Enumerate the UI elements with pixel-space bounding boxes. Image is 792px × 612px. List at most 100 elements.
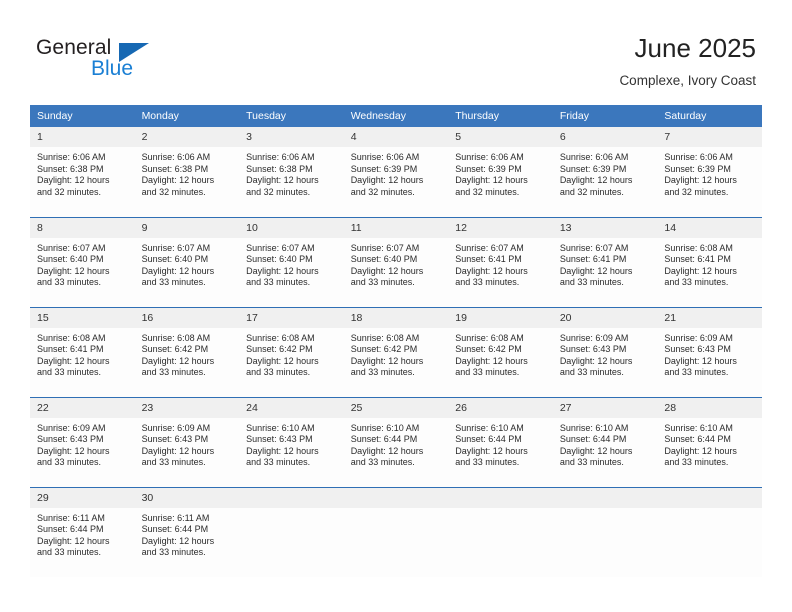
calendar-week-row: 22 Sunrise: 6:09 AM Sunset: 6:43 PM Dayl…	[30, 396, 762, 487]
daylight-line1: Daylight: 12 hours	[559, 445, 633, 456]
calendar-day-cell-empty	[448, 486, 553, 577]
day-number	[448, 487, 553, 508]
daylight-line2: and 33 minutes.	[455, 277, 520, 288]
daylight-line2: and 33 minutes.	[350, 277, 415, 288]
day-details: Sunrise: 6:07 AM Sunset: 6:40 PM Dayligh…	[135, 238, 240, 289]
calendar-day-cell[interactable]: 16 Sunrise: 6:08 AM Sunset: 6:42 PM Dayl…	[134, 306, 240, 397]
calendar-day-cell[interactable]: 9 Sunrise: 6:07 AM Sunset: 6:40 PM Dayli…	[134, 216, 240, 307]
calendar-day-cell[interactable]: 29 Sunrise: 6:11 AM Sunset: 6:44 PM Dayl…	[30, 486, 135, 577]
sunrise-text: Sunrise: 6:07 AM	[141, 242, 211, 253]
day-number: 26	[448, 397, 553, 418]
day-number: 22	[30, 397, 135, 418]
calendar-day-cell[interactable]: 5 Sunrise: 6:06 AM Sunset: 6:39 PM Dayli…	[448, 127, 553, 217]
day-number: 14	[657, 217, 762, 238]
calendar-day-cell[interactable]: 12 Sunrise: 6:07 AM Sunset: 6:41 PM Dayl…	[448, 216, 553, 307]
calendar-day-cell[interactable]: 8 Sunrise: 6:07 AM Sunset: 6:40 PM Dayli…	[30, 216, 135, 307]
page-title: June 2025	[634, 33, 756, 63]
calendar-day-cell[interactable]: 27 Sunrise: 6:10 AM Sunset: 6:44 PM Dayl…	[552, 396, 658, 487]
day-details: Sunrise: 6:10 AM Sunset: 6:44 PM Dayligh…	[657, 418, 762, 469]
calendar-day-cell[interactable]: 20 Sunrise: 6:09 AM Sunset: 6:43 PM Dayl…	[552, 306, 658, 397]
daylight-line2: and 32 minutes.	[246, 186, 311, 197]
weekday-header-sunday: Sunday	[30, 105, 135, 127]
day-number: 6	[552, 127, 658, 147]
title-block: June 2025 Complexe, Ivory Coast	[619, 32, 756, 89]
sunset-text: Sunset: 6:42 PM	[246, 344, 313, 355]
daylight-line1: Daylight: 12 hours	[37, 265, 110, 276]
sunset-text: Sunset: 6:38 PM	[246, 163, 313, 174]
calendar-day-cell[interactable]: 15 Sunrise: 6:08 AM Sunset: 6:41 PM Dayl…	[30, 306, 135, 397]
day-number: 3	[239, 127, 344, 147]
calendar-day-cell[interactable]: 22 Sunrise: 6:09 AM Sunset: 6:43 PM Dayl…	[30, 396, 135, 487]
sunrise-text: Sunrise: 6:10 AM	[455, 422, 524, 433]
sunrise-text: Sunrise: 6:10 AM	[664, 422, 733, 433]
day-number: 13	[552, 217, 658, 238]
day-details: Sunrise: 6:07 AM Sunset: 6:41 PM Dayligh…	[448, 238, 553, 289]
calendar-day-cell[interactable]: 11 Sunrise: 6:07 AM Sunset: 6:40 PM Dayl…	[343, 216, 449, 307]
daylight-line2: and 33 minutes.	[246, 457, 311, 468]
calendar-day-cell[interactable]: 24 Sunrise: 6:10 AM Sunset: 6:43 PM Dayl…	[239, 396, 344, 487]
calendar-day-cell[interactable]: 7 Sunrise: 6:06 AM Sunset: 6:39 PM Dayli…	[657, 127, 762, 217]
sunset-text: Sunset: 6:44 PM	[664, 434, 731, 445]
calendar-day-cell[interactable]: 26 Sunrise: 6:10 AM Sunset: 6:44 PM Dayl…	[448, 396, 553, 487]
sunset-text: Sunset: 6:44 PM	[455, 434, 522, 445]
calendar-day-cell[interactable]: 23 Sunrise: 6:09 AM Sunset: 6:43 PM Dayl…	[134, 396, 240, 487]
daylight-line1: Daylight: 12 hours	[37, 535, 110, 546]
sunrise-text: Sunrise: 6:08 AM	[37, 332, 106, 343]
sunset-text: Sunset: 6:39 PM	[664, 163, 731, 174]
calendar-day-cell[interactable]: 30 Sunrise: 6:11 AM Sunset: 6:44 PM Dayl…	[134, 486, 240, 577]
daylight-line1: Daylight: 12 hours	[141, 445, 215, 456]
sunset-text: Sunset: 6:42 PM	[455, 344, 522, 355]
day-number: 17	[239, 307, 344, 328]
weekday-header-thursday: Thursday	[448, 105, 553, 127]
sunrise-text: Sunrise: 6:09 AM	[664, 332, 733, 343]
sunset-text: Sunset: 6:43 PM	[246, 434, 313, 445]
day-details: Sunrise: 6:09 AM Sunset: 6:43 PM Dayligh…	[30, 418, 135, 469]
daylight-line1: Daylight: 12 hours	[559, 265, 633, 276]
sunset-text: Sunset: 6:40 PM	[350, 254, 418, 265]
daylight-line1: Daylight: 12 hours	[455, 445, 528, 456]
weekday-header-tuesday: Tuesday	[239, 105, 344, 127]
day-details: Sunrise: 6:07 AM Sunset: 6:40 PM Dayligh…	[344, 238, 449, 289]
day-number: 18	[343, 307, 449, 328]
day-details: Sunrise: 6:07 AM Sunset: 6:40 PM Dayligh…	[239, 238, 344, 289]
sunset-text: Sunset: 6:44 PM	[350, 434, 418, 445]
day-details: Sunrise: 6:08 AM Sunset: 6:42 PM Dayligh…	[135, 328, 240, 379]
daylight-line2: and 33 minutes.	[559, 457, 624, 468]
daylight-line2: and 32 minutes.	[37, 186, 102, 197]
calendar-day-cell[interactable]: 10 Sunrise: 6:07 AM Sunset: 6:40 PM Dayl…	[239, 216, 344, 307]
calendar-day-cell[interactable]: 14 Sunrise: 6:08 AM Sunset: 6:41 PM Dayl…	[657, 216, 762, 307]
day-number: 1	[30, 127, 135, 147]
sunset-text: Sunset: 6:42 PM	[141, 344, 209, 355]
sunset-text: Sunset: 6:40 PM	[246, 254, 313, 265]
calendar-day-cell[interactable]: 18 Sunrise: 6:08 AM Sunset: 6:42 PM Dayl…	[343, 306, 449, 397]
sunrise-text: Sunrise: 6:06 AM	[350, 152, 420, 162]
daylight-line2: and 33 minutes.	[37, 457, 102, 468]
calendar-day-cell[interactable]: 25 Sunrise: 6:10 AM Sunset: 6:44 PM Dayl…	[343, 396, 449, 487]
calendar-day-cell[interactable]: 6 Sunrise: 6:06 AM Sunset: 6:39 PM Dayli…	[552, 127, 658, 217]
day-number: 4	[343, 127, 449, 147]
daylight-line1: Daylight: 12 hours	[455, 175, 528, 186]
day-details: Sunrise: 6:08 AM Sunset: 6:42 PM Dayligh…	[344, 328, 449, 379]
calendar-day-cell[interactable]: 2 Sunrise: 6:06 AM Sunset: 6:38 PM Dayli…	[134, 127, 240, 217]
calendar-day-cell[interactable]: 4 Sunrise: 6:06 AM Sunset: 6:39 PM Dayli…	[343, 127, 449, 217]
calendar-day-cell[interactable]: 13 Sunrise: 6:07 AM Sunset: 6:41 PM Dayl…	[552, 216, 658, 307]
sunrise-text: Sunrise: 6:08 AM	[350, 332, 420, 343]
daylight-line2: and 33 minutes.	[141, 547, 206, 558]
logo-text-blue: Blue	[91, 57, 134, 80]
calendar-day-cell[interactable]: 28 Sunrise: 6:10 AM Sunset: 6:44 PM Dayl…	[657, 396, 762, 487]
sunrise-text: Sunrise: 6:06 AM	[559, 152, 629, 162]
day-details: Sunrise: 6:07 AM Sunset: 6:41 PM Dayligh…	[553, 238, 658, 289]
general-blue-logo[interactable]: General Blue	[36, 36, 216, 84]
calendar-day-cell[interactable]: 17 Sunrise: 6:08 AM Sunset: 6:42 PM Dayl…	[239, 306, 344, 397]
calendar-day-cell[interactable]: 21 Sunrise: 6:09 AM Sunset: 6:43 PM Dayl…	[657, 306, 762, 397]
calendar-day-cell[interactable]: 19 Sunrise: 6:08 AM Sunset: 6:42 PM Dayl…	[448, 306, 553, 397]
calendar-table: Sunday Monday Tuesday Wednesday Thursday…	[30, 105, 762, 577]
calendar-day-cell[interactable]: 1 Sunrise: 6:06 AM Sunset: 6:38 PM Dayli…	[30, 127, 135, 217]
day-number: 24	[239, 397, 344, 418]
sunrise-text: Sunrise: 6:07 AM	[455, 242, 524, 253]
calendar-day-cell-empty	[239, 486, 344, 577]
daylight-line1: Daylight: 12 hours	[455, 265, 528, 276]
sunrise-text: Sunrise: 6:06 AM	[246, 152, 315, 162]
sunrise-text: Sunrise: 6:08 AM	[664, 242, 733, 253]
calendar-day-cell[interactable]: 3 Sunrise: 6:06 AM Sunset: 6:38 PM Dayli…	[239, 127, 344, 217]
